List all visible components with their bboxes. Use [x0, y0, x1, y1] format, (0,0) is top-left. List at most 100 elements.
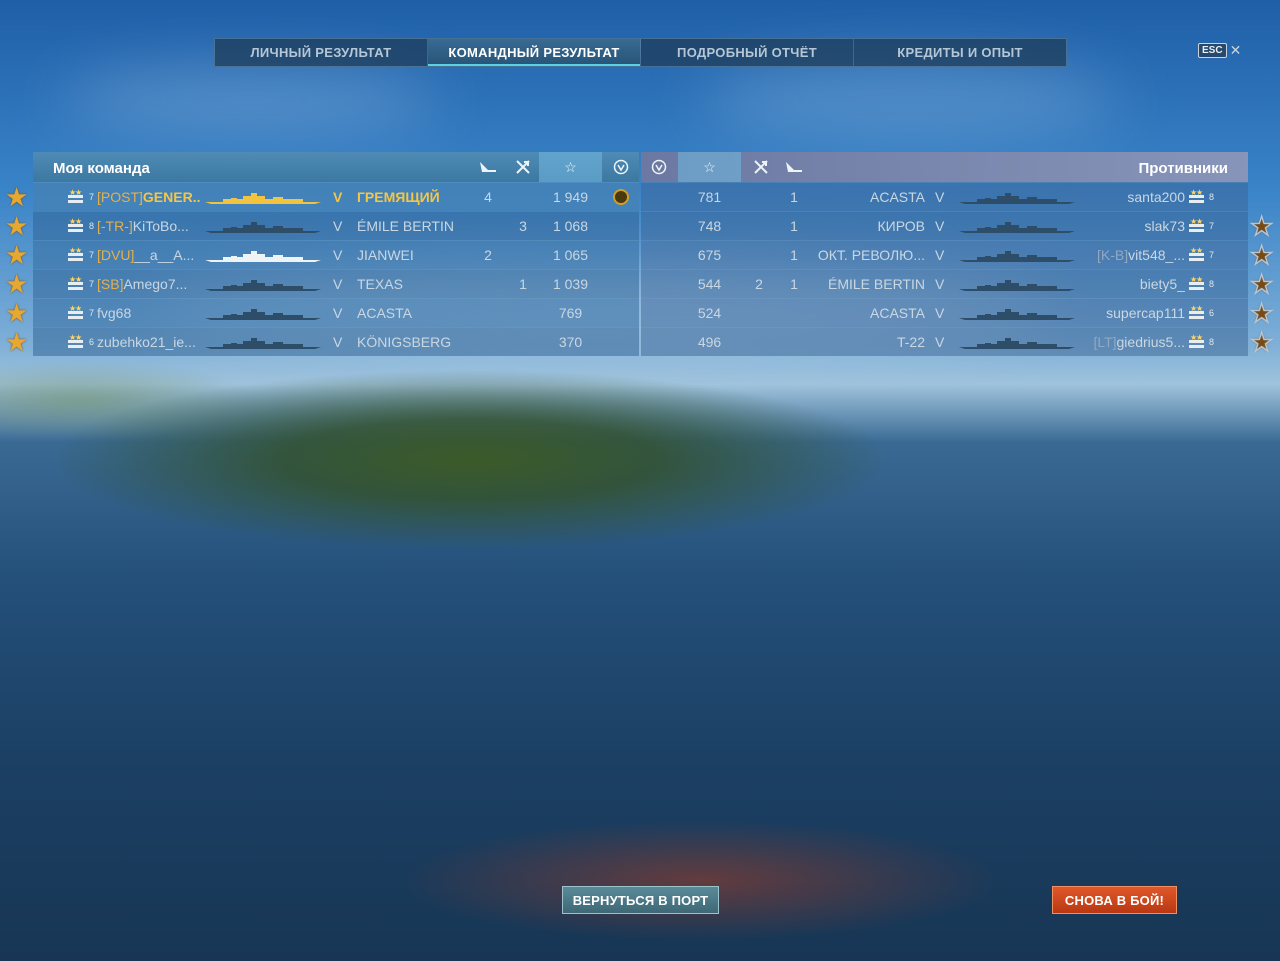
player-name[interactable]: [K-B] vit548_...	[1079, 241, 1185, 269]
ship-silhouette-icon	[957, 307, 1077, 321]
player-nickname: slak73	[1144, 218, 1185, 234]
return-to-port-button[interactable]: ВЕРНУТЬСЯ В ПОРТ	[562, 886, 719, 914]
player-nickname: giedrius5...	[1116, 334, 1185, 350]
clan-tag: [K-B]	[1097, 247, 1129, 263]
clan-tag: [SB]	[97, 276, 124, 292]
player-name[interactable]: slak73	[1079, 212, 1185, 240]
score-value: 496	[697, 334, 722, 350]
emblem-icon[interactable]	[603, 152, 639, 182]
ship-silhouette-icon	[203, 220, 323, 234]
emblem-badge-icon	[613, 189, 629, 205]
planes-destroyed-value	[473, 270, 503, 298]
kills-value: 1	[790, 276, 798, 292]
player-level: 7	[89, 279, 95, 289]
player-name[interactable]: santa200	[1079, 183, 1185, 211]
rank-badge-icon: ★ ★	[1188, 304, 1210, 321]
kills-value	[508, 328, 538, 356]
ship-tier: V	[333, 189, 343, 205]
score-value: 1 065	[552, 247, 589, 263]
close-button[interactable]: ESC ✕	[1198, 42, 1241, 59]
close-icon: ✕	[1229, 42, 1242, 58]
player-name[interactable]: [DVU] __a__A...	[97, 241, 201, 269]
star-outline-icon: ★	[1249, 327, 1274, 357]
tab-detailed-report[interactable]: ПОДРОБНЫЙ ОТЧЁТ	[641, 39, 854, 66]
my-team-rows: ★ ★ 7 [POST] GENER... V ГРЕМЯЩИЙ 4 1 949 ★ ★ 8 [-TR-…	[33, 182, 639, 356]
star-outline-icon: ★	[1249, 211, 1274, 241]
score-star-icon[interactable]: ☆	[539, 152, 602, 182]
tab-team-result[interactable]: КОМАНДНЫЙ РЕЗУЛЬТАТ	[428, 39, 641, 66]
player-name[interactable]: zubehko21_ie...	[97, 328, 201, 356]
my-team-row[interactable]: ★ ★ 7 [DVU] __a__A... V JIANWEI 2 1 065	[33, 240, 639, 269]
score-value: 675	[697, 247, 722, 263]
kills-icon[interactable]	[746, 152, 776, 182]
player-level: 8	[1209, 192, 1215, 202]
rank-badge-icon: ★ ★	[67, 217, 89, 234]
kills-icon[interactable]	[508, 152, 538, 182]
planes-destroyed-value	[744, 328, 774, 356]
tab-credits-exp[interactable]: КРЕДИТЫ И ОПЫТ	[854, 39, 1066, 66]
enemy-team-row[interactable]: 496 T-22 V [LT] giedrius5... ★ ★ 8	[641, 327, 1248, 356]
ship-name: КИРОВ	[877, 218, 925, 234]
player-name[interactable]: [SB] Amego7...	[97, 270, 201, 298]
my-team-row[interactable]: ★ ★ 7 [SB] Amego7... V TEXAS 1 1 039	[33, 269, 639, 298]
enemy-team-row[interactable]: 748 1 КИРОВ Vslak73 ★ ★ 7	[641, 211, 1248, 240]
rank-badge-icon: ★ ★	[67, 304, 89, 321]
my-team-row[interactable]: ★ ★ 8 [-TR-] KiToBo... V ÉMILE BERTIN 3 1 068	[33, 211, 639, 240]
kills-value	[779, 299, 809, 327]
planes-destroyed-value	[744, 212, 774, 240]
player-name[interactable]: [LT] giedrius5...	[1079, 328, 1185, 356]
kills-value: 1	[790, 189, 798, 205]
rank-badge-icon: ★ ★	[67, 333, 89, 350]
enemy-team-row[interactable]: 781 1 ACASTA Vsanta200 ★ ★ 8	[641, 182, 1248, 211]
kills-value: 1	[519, 276, 527, 292]
score-star-icon[interactable]: ☆	[678, 152, 741, 182]
emblem-icon[interactable]	[641, 152, 677, 182]
player-name[interactable]: [POST] GENER...	[97, 183, 201, 211]
rank-badge-icon: ★ ★	[67, 246, 89, 263]
player-level: 6	[89, 337, 95, 347]
player-name[interactable]: supercap111	[1079, 299, 1185, 327]
my-team-header: Моя команда ☆	[33, 152, 639, 182]
planes-destroyed-value	[744, 241, 774, 269]
player-name[interactable]: biety5_	[1079, 270, 1185, 298]
score-value: 524	[697, 305, 722, 321]
ship-tier: V	[935, 305, 945, 321]
battle-again-button[interactable]: СНОВА В БОЙ!	[1052, 886, 1177, 914]
kills-value: 1	[790, 247, 798, 263]
enemy-team-row[interactable]: 524 ACASTA Vsupercap111 ★ ★ 6	[641, 298, 1248, 327]
result-tabs: ЛИЧНЫЙ РЕЗУЛЬТАТ КОМАНДНЫЙ РЕЗУЛЬТАТ ПОД…	[214, 38, 1067, 67]
ship-tier: V	[333, 305, 343, 321]
player-name[interactable]: [-TR-] KiToBo...	[97, 212, 201, 240]
ship-silhouette-icon	[203, 249, 323, 263]
player-level: 6	[1209, 308, 1215, 318]
player-nickname: supercap111	[1106, 305, 1185, 321]
ship-tier: V	[935, 276, 945, 292]
survived-star-icon: ★	[5, 298, 29, 328]
planes-destroyed-value	[744, 183, 774, 211]
rank-badge-icon: ★ ★	[1188, 246, 1210, 263]
survived-star-icon: ★	[5, 240, 29, 270]
player-nickname: __a__A...	[134, 247, 195, 263]
my-team-row[interactable]: ★ ★ 7 fvg68 V ACASTA 769	[33, 298, 639, 327]
planes-destroyed-icon[interactable]	[473, 152, 503, 182]
ship-name: ACASTA	[870, 305, 925, 321]
ship-silhouette-icon	[957, 278, 1077, 292]
star-outline-icon: ★	[1249, 240, 1274, 270]
planes-destroyed-icon[interactable]	[779, 152, 809, 182]
ship-name: TEXAS	[357, 276, 403, 292]
tab-personal-result[interactable]: ЛИЧНЫЙ РЕЗУЛЬТАТ	[215, 39, 428, 66]
player-nickname: Amego7...	[123, 276, 188, 292]
enemy-team-row[interactable]: 544 2 1 ÉMILE BERTIN Vbiety5_ ★ ★ 8	[641, 269, 1248, 298]
esc-key-label: ESC	[1198, 43, 1227, 58]
enemy-team-row[interactable]: 675 1 ОКТ. РЕВОЛЮ... V [K-B] vit548_... ★ ★ 7	[641, 240, 1248, 269]
my-team-row[interactable]: ★ ★ 6 zubehko21_ie... V KÖNIGSBERG 370	[33, 327, 639, 356]
kills-value	[508, 241, 538, 269]
ship-silhouette-icon	[957, 220, 1077, 234]
ship-tier: V	[333, 334, 343, 350]
player-name[interactable]: fvg68	[97, 299, 201, 327]
ship-tier: V	[333, 218, 343, 234]
my-team-row[interactable]: ★ ★ 7 [POST] GENER... V ГРЕМЯЩИЙ 4 1 949	[33, 182, 639, 211]
score-value: 748	[697, 218, 722, 234]
score-value: 370	[558, 334, 583, 350]
player-level: 7	[89, 308, 95, 318]
